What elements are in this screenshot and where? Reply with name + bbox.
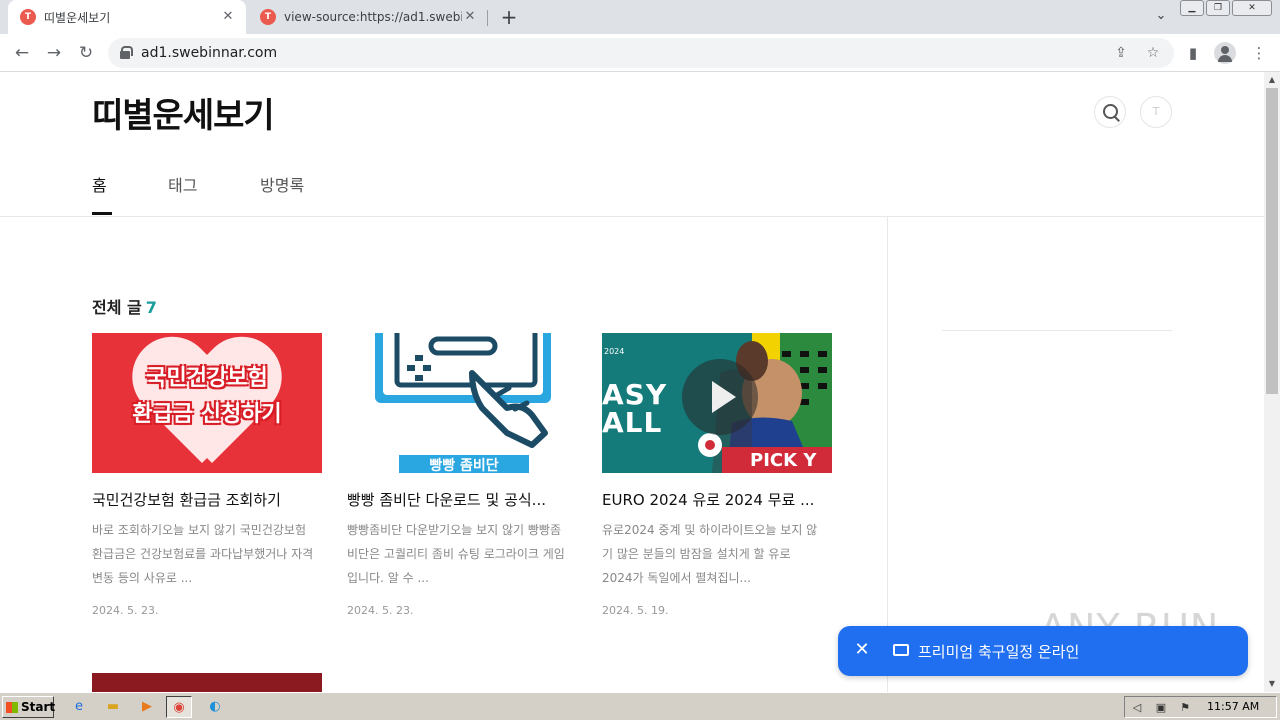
- promo-banner[interactable]: ✕ 프리미엄 축구일정 온라인: [838, 626, 1248, 676]
- url-text[interactable]: ad1.swebinnar.com: [141, 45, 277, 61]
- post-card[interactable]: 국민건강보험 환급금 신청하기 국민건강보험 환급금 조회하기 바로 조회하기오…: [92, 333, 322, 617]
- thumbnail-text: ASY ALL: [602, 381, 667, 437]
- blog-profile-icon[interactable]: T: [1140, 96, 1172, 128]
- close-icon[interactable]: ✕: [462, 9, 478, 25]
- post-card[interactable]: 빵빵 좀비단 빵빵 좀비단 다운로드 및 공식... 빵빵좀비단 다운받기오늘 …: [347, 333, 577, 617]
- edge-icon[interactable]: ◐: [202, 696, 228, 718]
- hand-tapping-illustration: [375, 333, 551, 448]
- section-title: 전체 글7: [92, 294, 157, 318]
- address-bar[interactable]: ad1.swebinnar.com ⇪ ☆: [108, 38, 1174, 68]
- start-button[interactable]: Start: [2, 696, 56, 718]
- blog-title[interactable]: 띠별운세보기: [92, 88, 275, 137]
- menu-tag[interactable]: 태그: [168, 172, 197, 196]
- section-title-text: 전체 글: [92, 298, 142, 317]
- sidebar-divider: [887, 217, 888, 692]
- post-thumbnail[interactable]: 국민건강보험 환급금 신청하기: [92, 333, 322, 473]
- thumbnail-line-2: ALL: [602, 406, 663, 439]
- post-date: 2024. 5. 23.: [347, 604, 414, 617]
- header-divider: [0, 216, 1264, 217]
- restore-button[interactable]: ❐: [1206, 0, 1230, 16]
- vertical-scrollbar[interactable]: ▲ ▼: [1264, 72, 1280, 692]
- star-icon[interactable]: ☆: [1144, 44, 1162, 62]
- thumbnail-text: 국민건강보험 환급금 신청하기: [92, 361, 322, 433]
- minimize-button[interactable]: ▁: [1180, 0, 1204, 16]
- browser-toolbar: ← → ↻ ad1.swebinnar.com ⇪ ☆ ▮ ⋮: [0, 34, 1280, 72]
- thumbnail-pick-banner: PICK Y: [722, 447, 832, 473]
- close-icon[interactable]: ✕: [852, 639, 872, 660]
- taskbar: Start e ▬ ▶ ◉ ◐ ◁ ▣ ⚑ 11:57 AM: [0, 692, 1280, 720]
- close-icon[interactable]: ✕: [220, 9, 236, 25]
- post-title[interactable]: 국민건강보험 환급금 조회하기: [92, 489, 314, 510]
- new-tab-button[interactable]: +: [498, 6, 520, 28]
- promo-text[interactable]: 프리미엄 축구일정 온라인: [918, 641, 1079, 662]
- post-title[interactable]: EURO 2024 유로 2024 무료 ...: [602, 489, 824, 510]
- tab-title: view-source:https://ad1.swebinnar.: [284, 10, 462, 24]
- thumbnail-line-2: 환급금 신청하기: [132, 402, 282, 427]
- post-excerpt: 바로 조회하기오늘 보지 않기 국민건강보험 환급금은 건강보험료를 과다납부했…: [92, 523, 314, 585]
- profile-avatar-icon[interactable]: [1214, 42, 1236, 64]
- tistory-favicon-icon: T: [20, 9, 36, 25]
- forward-arrow-icon[interactable]: →: [42, 41, 66, 65]
- post-thumbnail[interactable]: 2024 ASY ALL PICK Y: [602, 333, 832, 473]
- tistory-favicon-icon: T: [260, 9, 276, 25]
- active-menu-indicator: [92, 212, 112, 215]
- tab-title: 띠별운세보기: [44, 10, 111, 25]
- lock-icon[interactable]: [120, 46, 133, 59]
- post-date: 2024. 5. 19.: [602, 604, 669, 617]
- post-date: 2024. 5. 23.: [92, 604, 159, 617]
- play-icon[interactable]: [682, 359, 758, 435]
- media-player-icon[interactable]: ▶: [134, 696, 160, 718]
- folder-icon[interactable]: ▬: [100, 696, 126, 718]
- share-icon[interactable]: ⇪: [1112, 44, 1130, 62]
- start-label: Start: [21, 700, 56, 714]
- thumbnail-line-1: ASY: [602, 378, 668, 411]
- menu-guestbook[interactable]: 방명록: [260, 172, 304, 196]
- scroll-down-arrow-icon[interactable]: ▼: [1264, 676, 1280, 692]
- clock[interactable]: 11:57 AM: [1207, 700, 1259, 713]
- internet-explorer-icon[interactable]: e: [66, 696, 92, 718]
- post-card[interactable]: 2024 ASY ALL PICK Y EURO 2024 유로 2024 무료…: [602, 333, 832, 617]
- tab-view-source[interactable]: T view-source:https://ad1.swebinnar. ✕: [248, 0, 488, 34]
- thumbnail-small-text: 2024: [604, 347, 625, 356]
- system-tray: ◁ ▣ ⚑ 11:57 AM: [1124, 696, 1277, 718]
- sidebar-separator: [942, 330, 1172, 331]
- network-icon[interactable]: ▣: [1153, 700, 1169, 716]
- tab-blog[interactable]: T 띠별운세보기 ✕: [8, 0, 246, 34]
- post-thumbnail[interactable]: 빵빵 좀비단: [347, 333, 577, 473]
- post-excerpt: 빵빵좀비단 다운받기오늘 보지 않기 빵빵좀비단은 고퀄리티 좀비 슈팅 로그라…: [347, 523, 565, 585]
- windows-logo-icon: [6, 702, 18, 713]
- window-controls: ▁ ❐ ✕: [1180, 0, 1272, 16]
- volume-icon[interactable]: ◁: [1129, 700, 1145, 716]
- post-excerpt: 유로2024 중계 및 하이라이트오늘 보지 않기 많은 분들의 밤잠을 설치게…: [602, 523, 818, 585]
- side-panel-icon[interactable]: ▮: [1182, 42, 1204, 64]
- search-icon[interactable]: [1094, 96, 1126, 128]
- chrome-icon[interactable]: ◉: [166, 696, 192, 718]
- scroll-thumb[interactable]: [1266, 88, 1278, 394]
- menu-home[interactable]: 홈: [92, 172, 107, 196]
- chevron-down-icon[interactable]: ⌄: [1152, 8, 1170, 26]
- post-title[interactable]: 빵빵 좀비단 다운로드 및 공식...: [347, 489, 569, 510]
- post-thumbnail-partial[interactable]: [92, 673, 322, 692]
- back-arrow-icon[interactable]: ←: [10, 41, 34, 65]
- page-viewport: 띠별운세보기 T 홈 태그 방명록 전체 글7 국민건강보험 환급금 신청하기 …: [0, 72, 1264, 692]
- post-count: 7: [145, 298, 157, 317]
- reload-icon[interactable]: ↻: [74, 41, 98, 65]
- flag-icon[interactable]: ⚑: [1177, 700, 1193, 716]
- tab-bar: T 띠별운세보기 ✕ T view-source:https://ad1.swe…: [0, 0, 1280, 34]
- thumbnail-text: 빵빵 좀비단: [399, 455, 529, 473]
- thumbnail-line-1: 국민건강보험: [146, 366, 268, 391]
- menu-kebab-icon[interactable]: ⋮: [1248, 42, 1270, 64]
- close-window-button[interactable]: ✕: [1232, 0, 1272, 16]
- scroll-up-arrow-icon[interactable]: ▲: [1264, 72, 1280, 88]
- device-icon: [893, 644, 909, 656]
